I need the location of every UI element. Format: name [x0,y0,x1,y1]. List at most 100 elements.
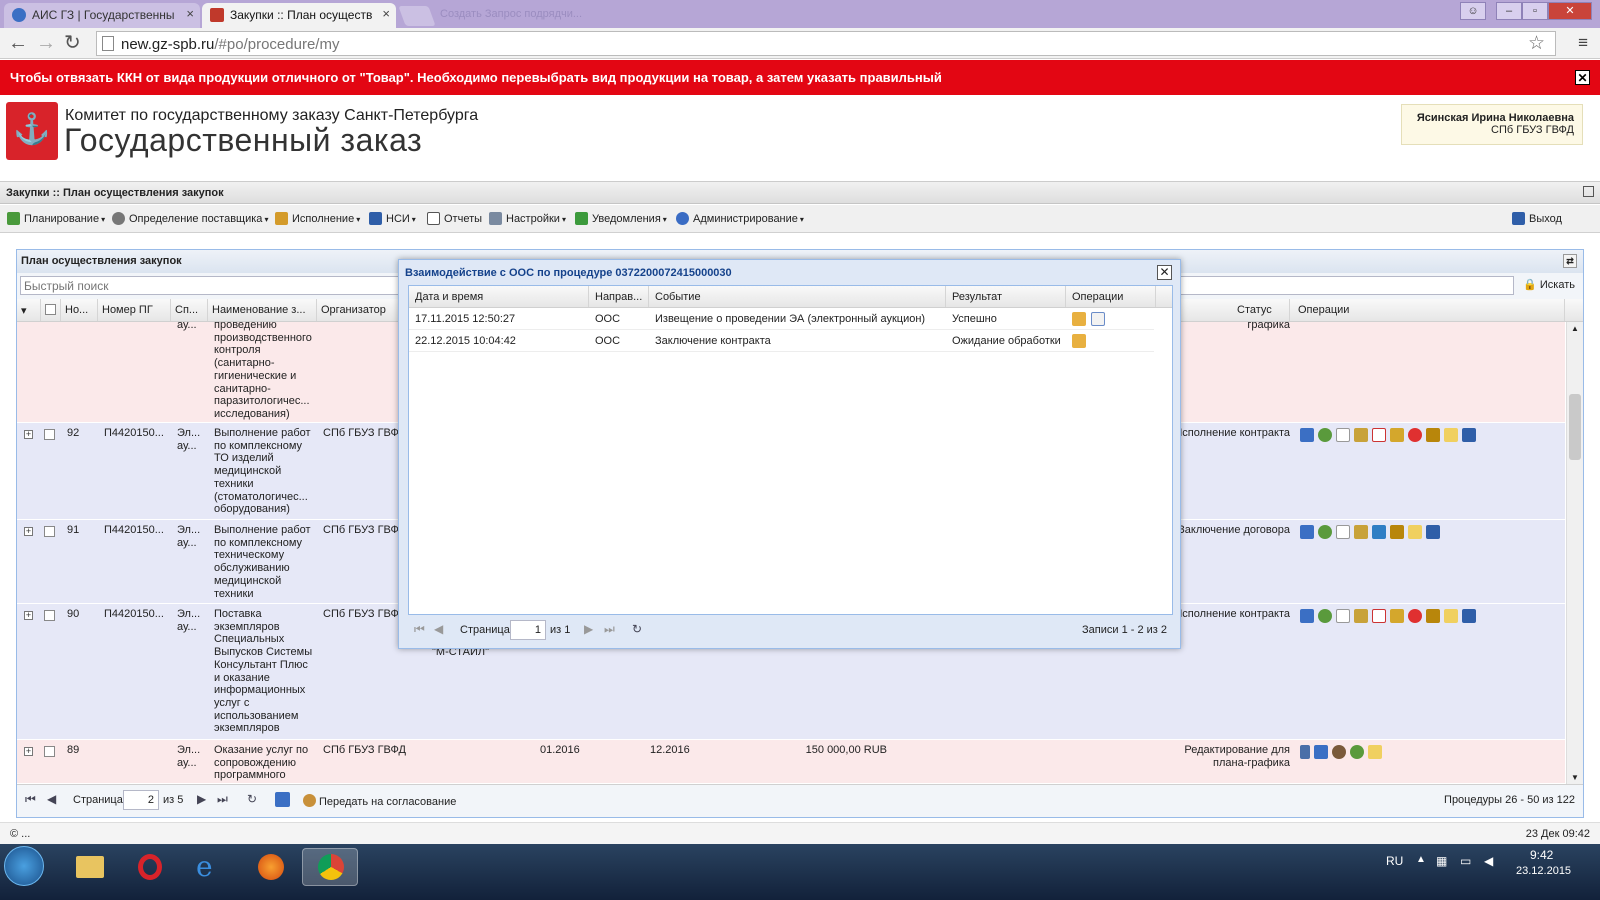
users-icon[interactable] [1332,745,1346,759]
reload-icon[interactable]: ↻ [64,32,81,54]
last-page-icon[interactable]: ⏭ [604,622,615,637]
chart-icon[interactable] [1314,745,1328,759]
table-row[interactable]: + 89 Эл... ау... Оказание услуг по сопро… [17,740,1565,784]
col-organizer[interactable]: Организатор [317,299,407,321]
notes-icon[interactable] [1444,609,1458,623]
save-icon[interactable] [1372,525,1386,539]
row-checkbox[interactable] [44,610,55,621]
table-row[interactable]: 17.11.2015 12:50:27 ООС Извещение о пров… [409,308,1154,330]
windows-start-button[interactable] [4,846,44,886]
expand-icon[interactable]: + [24,527,33,536]
gear-icon[interactable] [1318,609,1332,623]
document-icon[interactable] [1336,428,1350,442]
forward-arrow-icon[interactable]: → [36,32,56,54]
stop-icon[interactable] [1408,609,1422,623]
books-icon[interactable] [1462,428,1476,442]
hand-icon[interactable] [1390,428,1404,442]
menu-settings[interactable]: Настройки ▾ [489,212,566,225]
first-page-icon[interactable]: ⏮ [25,792,36,807]
collapse-icon[interactable] [1583,186,1594,197]
package-icon[interactable] [1072,334,1086,348]
prev-page-icon[interactable]: ◀ [47,792,56,806]
menu-planning[interactable]: Планирование ▾ [7,212,105,225]
col-direction[interactable]: Направ... [589,286,649,307]
language-indicator[interactable]: RU [1386,854,1403,868]
opera-icon[interactable] [122,848,178,886]
notes-icon[interactable] [1444,428,1458,442]
table-row[interactable]: 22.12.2015 10:04:42 ООС Заключение контр… [409,330,1154,352]
pencil-icon[interactable] [1300,745,1310,759]
page-input[interactable]: 1 [510,620,546,640]
col-date[interactable]: Дата и время [409,286,589,307]
document-icon[interactable] [1336,525,1350,539]
last-page-icon[interactable]: ⏭ [217,792,228,807]
prev-page-icon[interactable]: ◀ [434,622,443,636]
explorer-icon[interactable] [62,848,118,886]
chart-icon[interactable] [1300,525,1314,539]
notes-icon[interactable] [1368,745,1382,759]
col-result[interactable]: Результат [946,286,1066,307]
browser-tab-ais[interactable]: АИС ГЗ | Государственны × [4,3,200,28]
logout-button[interactable]: Выход [1512,212,1562,225]
user-info-box[interactable]: Ясинская Ирина Николаевна СПб ГБУЗ ГВФД [1401,104,1583,145]
col-method[interactable]: Сп... [171,299,208,321]
expand-icon[interactable]: + [24,611,33,620]
emblem-icon[interactable] [1354,609,1368,623]
send-for-approval-button[interactable]: Передать на согласование [303,794,456,808]
window-close-button[interactable]: ✕ [1548,2,1592,20]
close-icon[interactable]: × [382,6,390,21]
grid-scrollbar[interactable]: ▲ ▼ [1566,322,1583,784]
col-pg-number[interactable]: Номер ПГ [98,299,171,321]
refresh-icon[interactable]: ↻ [247,792,257,806]
col-operations[interactable]: Операции [1290,299,1565,321]
internet-explorer-icon[interactable]: e [182,848,238,886]
edit-document-icon[interactable] [1091,312,1105,326]
select-all-checkbox[interactable] [41,299,61,321]
first-page-icon[interactable]: ⏮ [414,622,425,637]
scroll-thumb[interactable] [1569,394,1581,460]
expand-icon[interactable]: + [24,747,33,756]
gear-icon[interactable] [1318,428,1332,442]
maximize-button[interactable]: ▫ [1522,2,1548,20]
menu-notifications[interactable]: Уведомления ▾ [575,212,667,225]
search-button[interactable]: 🔒 Искать [1523,278,1575,291]
menu-admin[interactable]: Администрирование ▾ [676,212,804,225]
volume-icon[interactable]: ◀ [1484,854,1493,868]
clock-time[interactable]: 9:42 [1530,848,1553,862]
refresh-icon[interactable]: ⇄ [1563,254,1577,268]
row-checkbox[interactable] [44,526,55,537]
expand-icon[interactable]: + [24,430,33,439]
report-icon[interactable] [1372,609,1386,623]
browser-tab-zakupki[interactable]: Закупки :: План осуществ × [202,3,396,28]
scroll-down-icon[interactable]: ▼ [1571,773,1579,782]
browser-menu-icon[interactable]: ≡ [1578,33,1588,53]
bookmark-star-icon[interactable]: ☆ [1528,32,1545,55]
row-checkbox[interactable] [44,429,55,440]
save-icon[interactable] [275,792,290,807]
tray-arrow-icon[interactable]: ▲ [1416,854,1426,865]
scroll-up-icon[interactable]: ▲ [1571,324,1579,333]
menu-nsi[interactable]: НСИ ▾ [369,212,416,225]
report-icon[interactable] [1372,428,1386,442]
close-icon[interactable]: ✕ [1157,265,1172,280]
menu-reports[interactable]: Отчеты [427,212,482,225]
filter-icon[interactable]: ▾ [17,299,41,321]
chart-icon[interactable] [1300,609,1314,623]
gear-icon[interactable] [1318,525,1332,539]
stop-icon[interactable] [1408,428,1422,442]
chart-icon[interactable] [1300,428,1314,442]
user-icon[interactable]: ☺ [1460,2,1486,20]
stamp-icon[interactable] [1426,609,1440,623]
keyboard-icon[interactable]: ▦ [1436,854,1447,868]
emblem-icon[interactable] [1354,428,1368,442]
notes-icon[interactable] [1408,525,1422,539]
col-number[interactable]: Но... [61,299,98,321]
close-icon[interactable]: ✕ [1575,70,1590,85]
col-status[interactable]: Статус [1177,299,1290,321]
books-icon[interactable] [1426,525,1440,539]
refresh-icon[interactable]: ↻ [632,622,642,636]
gear-icon[interactable] [1350,745,1364,759]
package-icon[interactable] [1072,312,1086,326]
url-input[interactable]: new.gz-spb.ru/#po/procedure/my ☆ [96,31,1556,56]
clock-date[interactable]: 23.12.2015 [1516,865,1571,877]
